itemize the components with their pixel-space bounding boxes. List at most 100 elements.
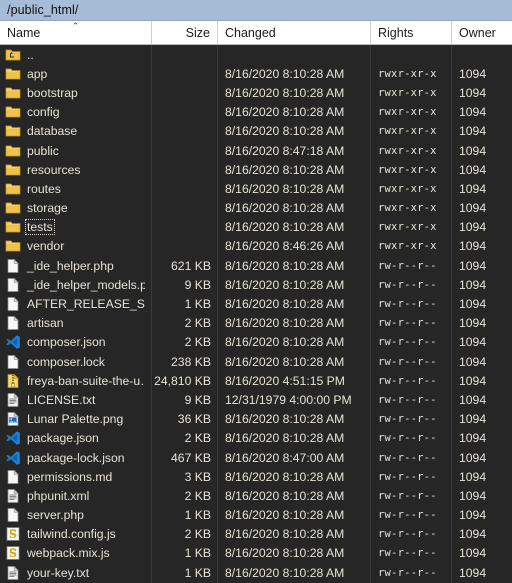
table-row[interactable]: config 8/16/2020 8:10:28 AM rwxr-xr-x 1094 <box>0 103 512 122</box>
cell-rights: rw-r--r-- <box>378 413 437 426</box>
folder-icon <box>5 66 21 82</box>
vscode-icon <box>5 450 21 466</box>
cell-changed: 8/16/2020 8:10:28 AM <box>225 335 345 350</box>
cell-rights: rwxr-xr-x <box>378 221 437 234</box>
cell-rights: rwxr-xr-x <box>378 240 437 253</box>
file-blank-icon <box>5 507 21 523</box>
folder-icon <box>5 200 21 216</box>
cell-rights: rw-r--r-- <box>378 470 437 483</box>
file-name-label: routes <box>27 181 61 196</box>
cell-rights: rw-r--r-- <box>378 566 437 579</box>
file-name-label: package.json <box>27 431 99 446</box>
file-name-label: freya-ban-suite-the-u… <box>27 373 145 388</box>
cell-name: _ide_helper_models.p… <box>0 277 152 293</box>
column-header-owner[interactable]: Owner <box>452 21 512 44</box>
path-bar[interactable]: /public_html/ <box>0 0 512 21</box>
file-name-label: database <box>27 124 78 139</box>
table-row[interactable]: server.php 1 KB 8/16/2020 8:10:28 AM rw-r--… <box>0 506 512 525</box>
cell-rights: rw-r--r-- <box>378 317 437 330</box>
table-row[interactable]: composer.json 2 KB 8/16/2020 8:10:28 AM rw-… <box>0 333 512 352</box>
file-blank-icon <box>5 277 21 293</box>
table-row[interactable]: permissions.md 3 KB 8/16/2020 8:10:28 AM rw… <box>0 467 512 486</box>
cell-owner: 1094 <box>459 201 487 216</box>
cell-owner: 1094 <box>459 297 487 312</box>
table-row[interactable]: your-key.txt 1 KB 8/16/2020 8:10:28 AM rw-r… <box>0 563 512 582</box>
script-js-icon: S <box>5 526 21 542</box>
cell-rights: rwxr-xr-x <box>378 86 437 99</box>
folder-up-icon <box>5 47 21 63</box>
cell-owner: 1094 <box>459 412 487 427</box>
table-row[interactable]: bootstrap 8/16/2020 8:10:28 AM rwxr-xr-x 10… <box>0 83 512 102</box>
cell-size: 238 KB <box>171 354 211 369</box>
column-header-changed[interactable]: Changed <box>218 21 371 44</box>
file-name-label: package-lock.json <box>27 450 125 465</box>
cell-changed: 8/16/2020 8:10:28 AM <box>225 508 345 523</box>
cell-changed: 8/16/2020 8:10:28 AM <box>225 220 345 235</box>
table-row[interactable]: _ide_helper_models.p… 9 KB 8/16/2020 8:10:… <box>0 275 512 294</box>
cell-changed: 8/16/2020 8:10:28 AM <box>225 85 345 100</box>
cell-size: 1 KB <box>184 565 211 580</box>
cell-changed: 8/16/2020 8:10:28 AM <box>225 565 345 580</box>
folder-icon <box>5 162 21 178</box>
column-header-size[interactable]: Size <box>152 21 218 44</box>
column-header-name[interactable]: Name ⌃ <box>0 21 152 44</box>
cell-size: 2 KB <box>184 527 211 542</box>
cell-name: app <box>0 66 152 82</box>
table-row[interactable]: AFTER_RELEASE_STUF… 1 KB 8/16/2020 8:10:28… <box>0 294 512 313</box>
cell-name: public <box>0 143 152 159</box>
table-row[interactable]: _ide_helper.php 621 KB 8/16/2020 8:10:28 A… <box>0 256 512 275</box>
cell-rights: rwxr-xr-x <box>378 67 437 80</box>
cell-name: phpunit.xml <box>0 488 152 504</box>
cell-size: 36 KB <box>177 412 211 427</box>
table-row[interactable]: Lunar Palette.png 36 KB 8/16/2020 8:10:28 … <box>0 410 512 429</box>
table-row[interactable]: resources 8/16/2020 8:10:28 AM rwxr-xr-x 10… <box>0 160 512 179</box>
table-row[interactable]: storage 8/16/2020 8:10:28 AM rwxr-xr-x 1094 <box>0 199 512 218</box>
file-name-label: _ide_helper.php <box>27 258 114 273</box>
folder-icon <box>5 85 21 101</box>
table-row[interactable]: vendor 8/16/2020 8:46:26 AM rwxr-xr-x 1094 <box>0 237 512 256</box>
table-row[interactable]: package.json 2 KB 8/16/2020 8:10:28 AM rw-r… <box>0 429 512 448</box>
cell-rights: rw-r--r-- <box>378 355 437 368</box>
cell-changed: 8/16/2020 8:47:00 AM <box>225 450 345 465</box>
file-name-label: app <box>27 66 48 81</box>
table-row[interactable]: .. <box>0 45 512 64</box>
cell-owner: 1094 <box>459 488 487 503</box>
cell-owner: 1094 <box>459 335 487 350</box>
table-row[interactable]: artisan 2 KB 8/16/2020 8:10:28 AM rw-r--r--… <box>0 314 512 333</box>
file-name-label: LICENSE.txt <box>27 392 96 407</box>
table-row[interactable]: tests 8/16/2020 8:10:28 AM rwxr-xr-x 1094 <box>0 218 512 237</box>
table-row[interactable]: routes 8/16/2020 8:10:28 AM rwxr-xr-x 1094 <box>0 179 512 198</box>
folder-icon <box>5 219 21 235</box>
table-row[interactable]: app 8/16/2020 8:10:28 AM rwxr-xr-x 1094 <box>0 64 512 83</box>
table-row[interactable]: Swebpack.mix.js 1 KB 8/16/2020 8:10:28 AM r… <box>0 544 512 563</box>
table-row[interactable]: database 8/16/2020 8:10:28 AM rwxr-xr-x 109… <box>0 122 512 141</box>
column-header-row: Name ⌃ Size Changed Rights Owner <box>0 21 512 45</box>
table-row[interactable]: Stailwind.config.js 2 KB 8/16/2020 8:10:28… <box>0 525 512 544</box>
current-path-label: /public_html/ <box>7 3 79 17</box>
file-list[interactable]: .. app 8/16/2020 8:10:28 AM rwxr-xr-x 1094 bo… <box>0 45 512 583</box>
cell-name: database <box>0 123 152 139</box>
cell-size: 467 KB <box>171 450 211 465</box>
folder-icon <box>5 143 21 159</box>
cell-name: Lunar Palette.png <box>0 411 152 427</box>
cell-name: composer.lock <box>0 354 152 370</box>
column-header-rights[interactable]: Rights <box>371 21 452 44</box>
cell-rights: rw-r--r-- <box>378 451 437 464</box>
table-row[interactable]: freya-ban-suite-the-u… 24,810 KB 8/16/2020… <box>0 371 512 390</box>
file-name-label: composer.json <box>27 335 106 350</box>
cell-owner: 1094 <box>459 373 487 388</box>
cell-owner: 1094 <box>459 392 487 407</box>
column-header-label: Owner <box>459 25 496 40</box>
cell-owner: 1094 <box>459 527 487 542</box>
table-row[interactable]: composer.lock 238 KB 8/16/2020 8:10:28 AM r… <box>0 352 512 371</box>
table-row[interactable]: public 8/16/2020 8:47:18 AM rwxr-xr-x 1094 <box>0 141 512 160</box>
column-header-label: Name <box>7 25 41 40</box>
table-row[interactable]: package-lock.json 467 KB 8/16/2020 8:47:00… <box>0 448 512 467</box>
cell-name: _ide_helper.php <box>0 258 152 274</box>
cell-rights: rw-r--r-- <box>378 509 437 522</box>
cell-rights: rwxr-xr-x <box>378 202 437 215</box>
table-row[interactable]: phpunit.xml 2 KB 8/16/2020 8:10:28 AM rw-r-… <box>0 486 512 505</box>
cell-owner: 1094 <box>459 546 487 561</box>
table-row[interactable]: LICENSE.txt 9 KB 12/31/1979 4:00:00 PM rw-r… <box>0 390 512 409</box>
file-manager-window: /public_html/ Name ⌃ Size Changed Rights Owne… <box>0 0 512 583</box>
